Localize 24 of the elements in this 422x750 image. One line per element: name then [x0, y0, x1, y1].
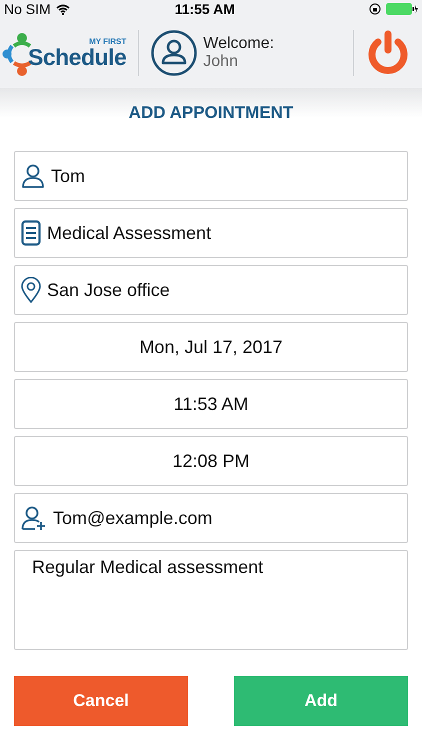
power-icon — [366, 30, 410, 76]
battery-icon — [386, 3, 418, 15]
input-field[interactable]: 12:08 PM — [14, 436, 408, 486]
input-field[interactable]: San Jose office — [14, 265, 408, 315]
input-field[interactable]: Tom — [14, 151, 408, 201]
location-pin-icon — [21, 277, 41, 303]
input-field[interactable]: Tom@example.com — [14, 493, 408, 543]
input-field[interactable]: Mon, Jul 17, 2017 — [14, 322, 408, 372]
person-icon — [21, 164, 45, 188]
avatar-icon — [151, 30, 198, 76]
rotation-lock-icon — [369, 3, 381, 15]
logo-wordmark: Schedule — [28, 46, 126, 69]
user-name: John — [203, 53, 239, 71]
notes-field[interactable]: Regular Medical assessment — [14, 550, 408, 650]
document-icon — [21, 220, 41, 246]
status-time: 11:55 AM — [174, 1, 235, 17]
logo-tagline: MY FIRST — [89, 37, 126, 46]
input-field[interactable]: Medical Assessment — [14, 208, 408, 258]
add-person-icon — [21, 506, 47, 530]
welcome-label: Welcome: — [203, 35, 274, 53]
input-field[interactable]: 11:53 AM — [14, 379, 408, 429]
wifi-icon — [56, 4, 70, 14]
page-title: ADD APPOINTMENT — [128, 103, 294, 123]
carrier-label: No SIM — [4, 1, 51, 17]
